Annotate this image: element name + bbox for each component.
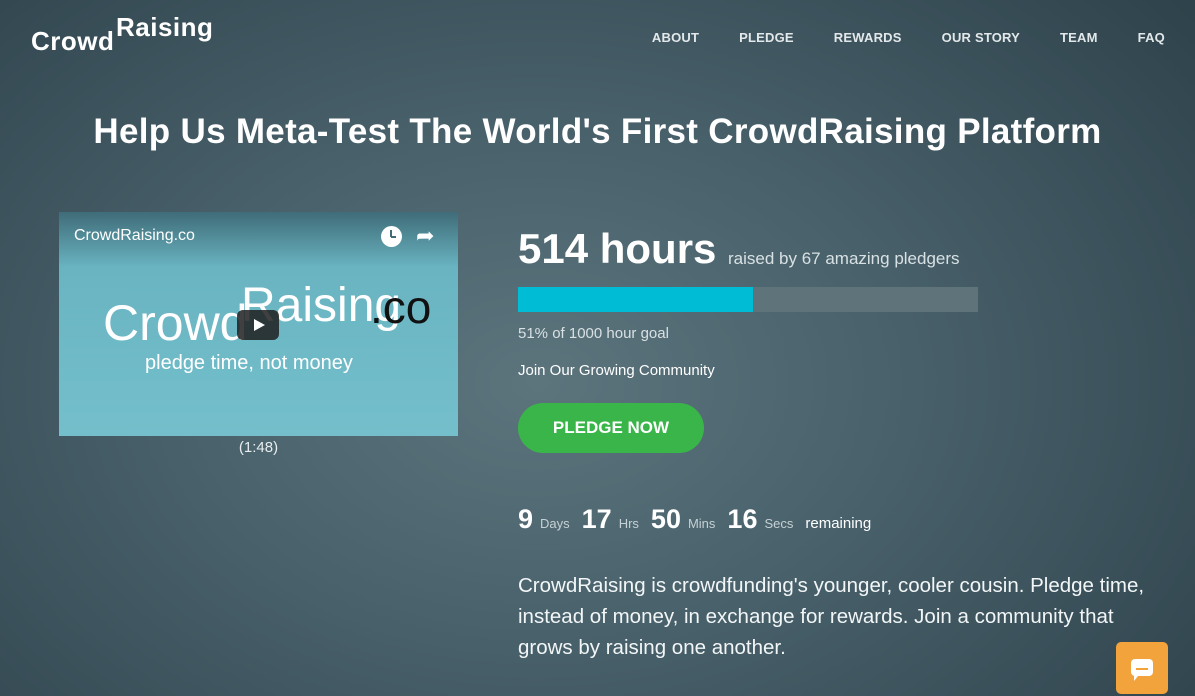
progress-bar [518,287,978,312]
video-tagline: pledge time, not money [145,352,353,374]
nav-faq[interactable]: FAQ [1138,30,1165,45]
chat-button[interactable] [1116,642,1168,694]
video-duration: (1:48) [238,439,279,456]
description-text: CrowdRaising is crowdfunding's younger, … [518,574,1145,659]
hours-raised: 514 hours [518,225,717,272]
countdown-seconds: 16 [727,504,758,534]
countdown-hours: 17 [581,504,612,534]
nav-rewards[interactable]: REWARDS [834,30,902,45]
video-title[interactable]: CrowdRaising.co [74,227,195,245]
community-text: Join Our Growing Community [518,362,715,379]
countdown-days-label: Days [540,516,570,531]
countdown-days: 9 [518,504,534,534]
countdown-minutes-label: Mins [687,516,716,531]
video-player[interactable]: CrowdRaising.co ➦ Crowd Raising .co pled… [59,212,458,436]
video-brand-co: .co [370,281,432,333]
play-icon[interactable] [237,310,279,340]
countdown-remaining: remaining [805,515,872,532]
nav-team[interactable]: TEAM [1060,30,1098,45]
page-headline: Help Us Meta-Test The World's First Crow… [93,112,1102,151]
goal-text: 51% of 1000 hour goal [518,325,669,342]
chat-icon [1131,659,1153,681]
countdown-minutes: 50 [650,504,681,534]
pledgers-count: raised by 67 amazing pledgers [728,249,960,268]
progress-bar-fill [518,287,753,312]
share-icon[interactable]: ➦ [416,223,434,249]
logo-raising-text: Raising [116,12,214,42]
video-brand-crowd: Crowd [103,295,248,351]
countdown-hours-label: Hrs [618,516,639,531]
nav-about[interactable]: ABOUT [652,30,699,45]
countdown: 9 Days 17 Hrs 50 Mins 16 Secs remaining [518,504,871,535]
site-logo[interactable]: Crowd Raising [31,12,221,56]
clock-icon[interactable] [381,226,402,247]
nav-our-story[interactable]: OUR STORY [942,30,1020,45]
nav-pledge[interactable]: PLEDGE [739,30,794,45]
pledge-now-button[interactable]: PLEDGE NOW [518,403,704,453]
countdown-seconds-label: Secs [764,516,794,531]
logo-crowd-text: Crowd [31,26,115,56]
main-nav: ABOUT PLEDGE REWARDS OUR STORY TEAM FAQ [612,30,1165,45]
